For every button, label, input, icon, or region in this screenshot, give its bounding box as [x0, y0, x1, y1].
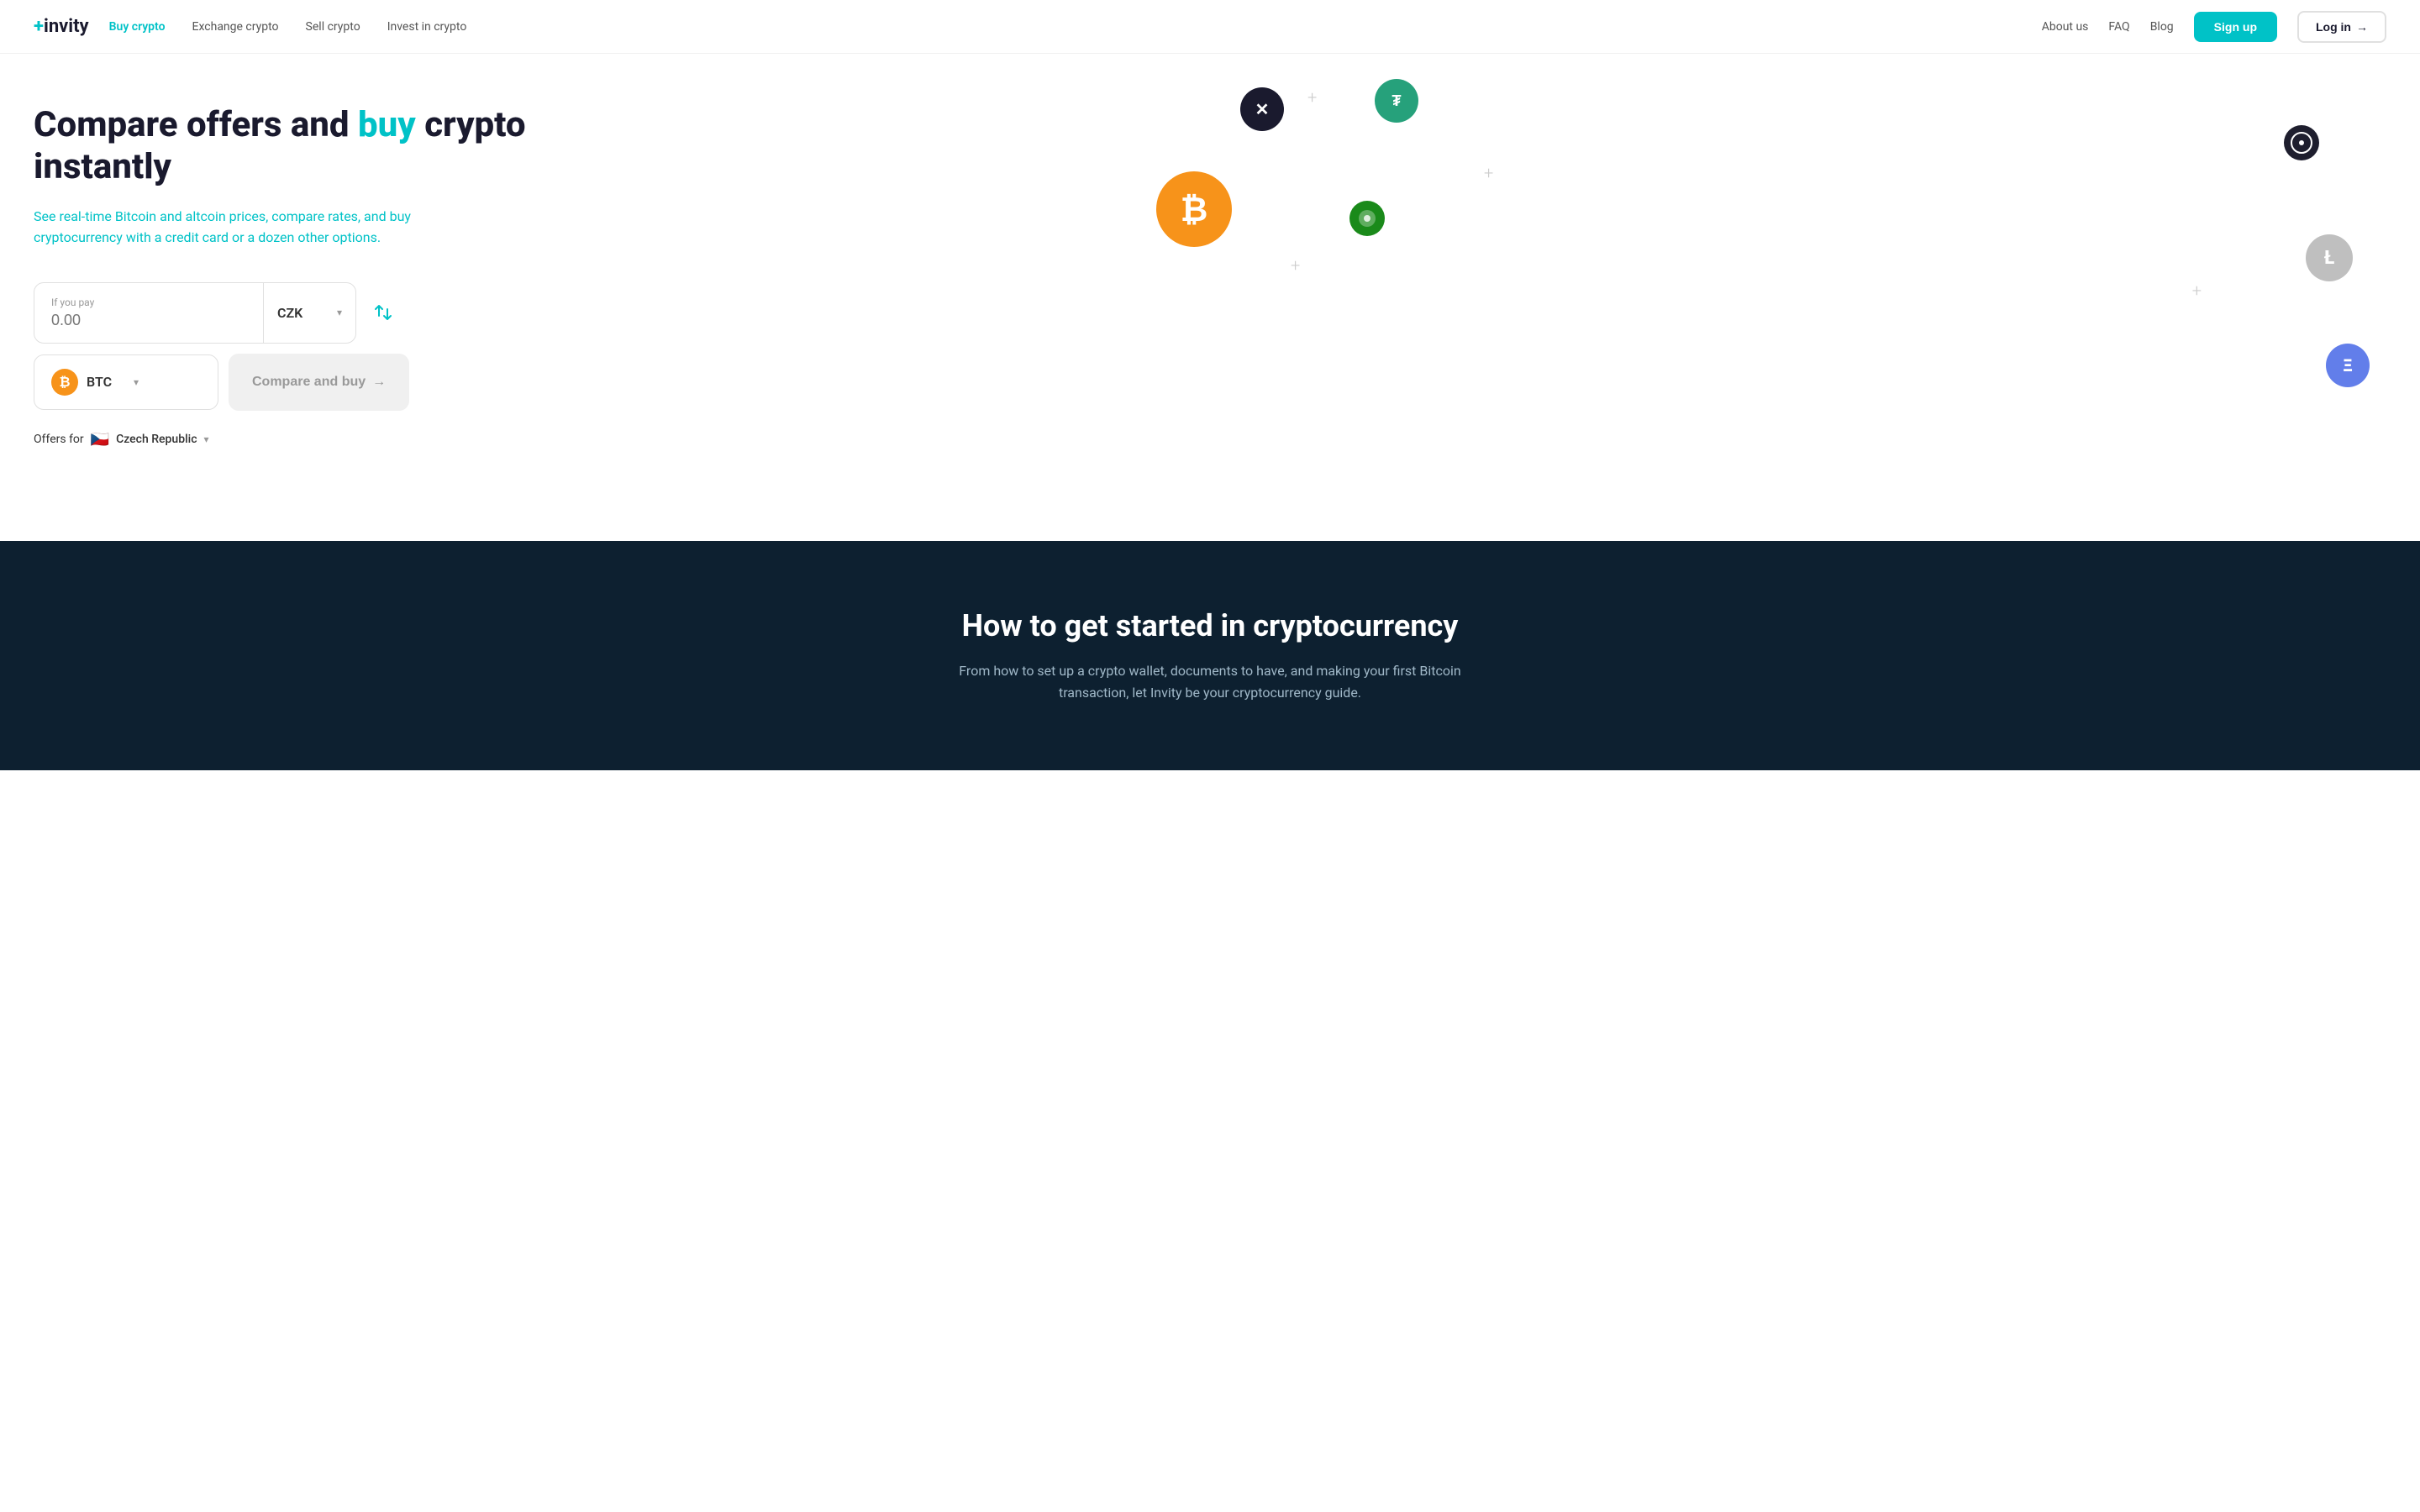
- logo[interactable]: +invity: [34, 16, 89, 37]
- offers-row: Offers for 🇨🇿 Czech Republic ▾: [34, 431, 538, 449]
- nav-sell-crypto[interactable]: Sell crypto: [306, 20, 360, 34]
- hero-content: Compare offers and buy crypto instantly …: [34, 104, 538, 449]
- btt-icon: [1349, 201, 1385, 236]
- crypto-chevron-icon: ▾: [134, 376, 139, 388]
- plus-icon-1: +: [1307, 87, 1317, 108]
- crypto-selector[interactable]: ₿ BTC ▾: [34, 354, 218, 410]
- currency-label: CZK: [277, 305, 302, 321]
- brand: +invity Buy crypto Exchange crypto Sell …: [34, 16, 466, 37]
- compare-buy-button[interactable]: Compare and buy →: [229, 354, 409, 411]
- crypto-floats: + + + + ✕ ₮ ₿ Ł Ξ: [1089, 54, 2420, 541]
- login-arrow-icon: →: [2356, 20, 2368, 34]
- crypto-label: BTC: [87, 374, 112, 390]
- nav-left-links: Buy crypto Exchange crypto Sell crypto I…: [109, 20, 467, 34]
- country-label: Czech Republic: [116, 433, 197, 446]
- hero-subtitle: See real-time Bitcoin and altcoin prices…: [34, 206, 471, 249]
- nav-right: About us FAQ Blog Sign up Log in →: [2042, 11, 2386, 43]
- nav-about[interactable]: About us: [2042, 20, 2089, 34]
- signup-button[interactable]: Sign up: [2194, 12, 2277, 42]
- dark-section-subtitle: From how to set up a crypto wallet, docu…: [958, 660, 1462, 703]
- ltc-icon: Ł: [2306, 234, 2353, 281]
- compare-arrow-icon: →: [372, 375, 386, 390]
- nav-exchange-crypto[interactable]: Exchange crypto: [192, 20, 279, 34]
- btc-select-icon: ₿: [51, 369, 78, 396]
- hero-title: Compare offers and buy crypto instantly: [34, 104, 538, 189]
- czech-flag-icon: 🇨🇿: [91, 431, 109, 449]
- swap-icon: [373, 302, 393, 323]
- logo-plus: +: [34, 16, 44, 37]
- compare-buy-label: Compare and buy: [252, 375, 366, 390]
- currency-selector[interactable]: CZK ▾: [263, 283, 355, 343]
- hero-title-highlight: buy: [358, 104, 416, 145]
- pay-input-group: If you pay CZK ▾: [34, 282, 356, 344]
- pay-amount-input[interactable]: [51, 312, 246, 329]
- nav-faq[interactable]: FAQ: [2108, 20, 2129, 34]
- hero-section: + + + + ✕ ₮ ₿ Ł Ξ Com: [0, 54, 2420, 541]
- btc-icon: ₿: [1156, 171, 1232, 247]
- country-chevron-icon[interactable]: ▾: [204, 433, 209, 445]
- pay-input-label: If you pay: [51, 297, 246, 308]
- pay-input-left: If you pay: [34, 283, 263, 343]
- buy-form: If you pay CZK ▾ ₿ BTC ▾: [34, 282, 538, 411]
- nav-buy-crypto[interactable]: Buy crypto: [109, 20, 166, 34]
- currency-chevron-icon: ▾: [337, 307, 342, 318]
- login-button[interactable]: Log in →: [2297, 11, 2386, 43]
- login-label: Log in: [2316, 20, 2351, 34]
- nav-invest-crypto[interactable]: Invest in crypto: [387, 20, 467, 34]
- plus-icon-4: +: [2192, 281, 2202, 301]
- dark-section-title: How to get started in cryptocurrency: [34, 608, 2386, 643]
- navbar: +invity Buy crypto Exchange crypto Sell …: [0, 0, 2420, 54]
- cosmos-icon: [2284, 125, 2319, 160]
- eth-icon: Ξ: [2326, 344, 2370, 387]
- tether-icon: ₮: [1375, 79, 1418, 123]
- hero-title-start: Compare offers and: [34, 104, 358, 145]
- plus-icon-2: +: [1484, 163, 1493, 183]
- logo-name: invity: [44, 16, 89, 37]
- plus-icon-3: +: [1291, 255, 1300, 276]
- dark-section: How to get started in cryptocurrency Fro…: [0, 541, 2420, 770]
- offers-label: Offers for: [34, 433, 84, 446]
- nav-blog[interactable]: Blog: [2150, 20, 2174, 34]
- xem-icon: ✕: [1240, 87, 1284, 131]
- swap-button[interactable]: [366, 296, 400, 329]
